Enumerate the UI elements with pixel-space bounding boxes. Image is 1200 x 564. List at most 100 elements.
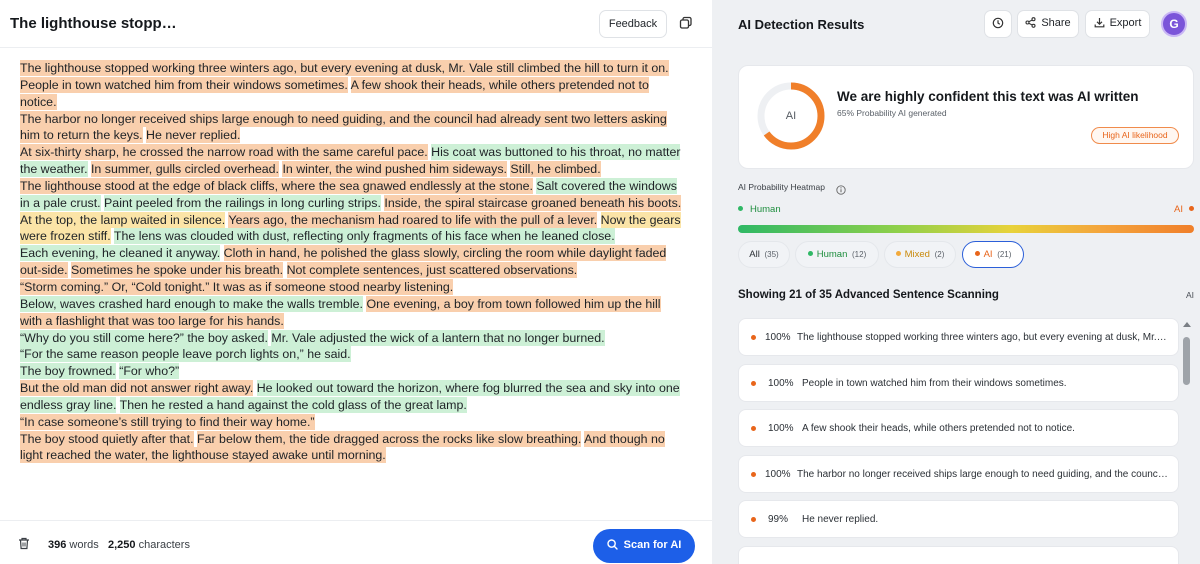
filter-mixed-label: Mixed [904, 249, 930, 260]
ai-sentence[interactable]: “In case someone’s still trying to find … [20, 413, 315, 430]
char-count: 2,250 characters [108, 539, 190, 551]
ai-sentence[interactable]: People in town watched him from their wi… [20, 76, 348, 93]
export-label: Export [1109, 17, 1142, 29]
human-sentence[interactable]: Each evening, he cleaned it anyway. [20, 245, 221, 262]
filter-ai-label: AI [983, 249, 993, 260]
human-sentence[interactable]: The boy frowned. [20, 363, 116, 380]
ai-dot [751, 517, 756, 522]
ai-sentence[interactable]: Not complete sentences, just scattered o… [286, 262, 578, 279]
word-count-label: words [69, 539, 99, 551]
scrollbar-thumb[interactable] [1183, 337, 1190, 385]
results-header: AI Detection Results Share Export G [712, 0, 1200, 48]
avatar[interactable]: G [1161, 11, 1187, 37]
results-title: AI Detection Results [738, 17, 865, 32]
ai-dot [751, 426, 756, 431]
ai-sentence[interactable]: In winter, the wind pushed him sideways. [282, 161, 507, 178]
heatmap-ai-legend: AI [1174, 204, 1194, 215]
filter-human-count: (12) [852, 250, 867, 259]
human-sentence[interactable]: Mr. Vale adjusted the wick of a lantern … [271, 329, 605, 346]
probability-text: 65% Probability AI generated [837, 108, 947, 118]
info-icon[interactable] [836, 182, 846, 195]
ai-sentence[interactable]: “Storm coming.” Or, “Cold tonight.” It w… [20, 278, 454, 295]
sentence-row[interactable]: 100% The lighthouse stopped working three… [738, 318, 1179, 356]
ai-dot [751, 335, 756, 340]
sentence-text: The lighthouse stopped working three win… [797, 332, 1169, 343]
ai-sentence[interactable]: The boy stood quietly after that. [20, 430, 194, 447]
sentence-score: 100% [768, 378, 794, 389]
char-count-value: 2,250 [108, 539, 136, 551]
ai-sentence[interactable]: Far below them, the tide dragged across … [197, 430, 582, 447]
sentence-score: 100% [765, 332, 791, 343]
sentence-row[interactable]: 99% He never replied. [738, 500, 1179, 538]
search-icon [606, 539, 618, 553]
verdict-text: We are highly confident this text was AI… [837, 89, 1139, 104]
ai-sentence[interactable]: Inside, the spiral staircase groaned ben… [384, 194, 682, 211]
ai-dot [751, 381, 756, 386]
sentence-row[interactable] [738, 546, 1179, 564]
sentence-text: A few shook their heads, while others pr… [802, 423, 1075, 434]
share-label: Share [1041, 17, 1071, 29]
ai-sentence[interactable]: At six-thirty sharp, he crossed the narr… [20, 144, 428, 161]
editor-footer: 396 words 2,250 characters Scan for AI [0, 520, 712, 564]
human-sentence[interactable]: “For the same reason people leave porch … [20, 346, 351, 363]
char-count-label: characters [138, 539, 190, 551]
ai-sentence[interactable]: Sometimes he spoke under his breath. [70, 262, 284, 279]
sentence-row[interactable]: 100% People in town watched him from thei… [738, 364, 1179, 402]
likelihood-badge: High AI likelihood [1091, 127, 1179, 144]
sentence-text: People in town watched him from their wi… [802, 378, 1067, 389]
editor-panel: The lighthouse stopp… Feedback The light… [0, 0, 712, 564]
human-dot [807, 251, 813, 256]
scan-label: Scan for AI [623, 539, 682, 551]
filter-all[interactable]: All (35) [738, 241, 790, 268]
showing-tag: AI [1186, 290, 1195, 300]
ai-sentence[interactable]: In summer, gulls circled overhead. [90, 161, 279, 178]
heatmap-human-label: Human [750, 204, 781, 215]
summary-card: AI We are highly confident this text was… [738, 65, 1194, 169]
human-sentence[interactable]: The lens was clouded with dust, reflecti… [113, 228, 615, 245]
filter-all-label: All [749, 249, 760, 260]
human-sentence[interactable]: Then he rested a hand against the cold g… [119, 396, 467, 413]
filter-all-count: (35) [764, 250, 779, 259]
filter-human-label: Human [816, 249, 848, 260]
human-sentence[interactable]: “Why do you still come here?” the boy as… [20, 329, 268, 346]
analyzed-text[interactable]: The lighthouse stopped working three win… [20, 60, 685, 464]
sentence-score: 100% [768, 423, 794, 434]
ai-sentence[interactable]: The lighthouse stopped working three win… [20, 60, 669, 76]
heatmap-bar [738, 225, 1194, 233]
ai-sentence[interactable]: Years ago, the mechanism had roared to l… [228, 211, 598, 228]
ai-sentence[interactable]: He never replied. [146, 127, 241, 144]
ai-sentence[interactable]: The harbor no longer received ships larg… [20, 110, 667, 144]
copy-icon [679, 16, 692, 29]
ai-dot [751, 472, 756, 477]
sentence-score: 99% [768, 514, 789, 525]
human-sentence[interactable]: Paint peeled from the railings in long c… [104, 194, 381, 211]
filter-mixed[interactable]: Mixed (2) [884, 241, 956, 268]
filter-human[interactable]: Human (12) [795, 241, 879, 268]
scroll-up-arrow[interactable] [1182, 320, 1192, 328]
document-title: The lighthouse stopp… [10, 15, 177, 32]
export-button[interactable]: Export [1085, 10, 1150, 38]
filter-ai[interactable]: AI (21) [962, 241, 1024, 268]
ai-sentence[interactable]: The lighthouse stood at the edge of blac… [20, 177, 533, 194]
filter-ai-count: (21) [997, 250, 1012, 259]
feedback-button[interactable]: Feedback [599, 10, 667, 38]
sentence-row[interactable]: 100% The harbor no longer received ships … [738, 455, 1179, 493]
ai-sentence[interactable]: Still, he climbed. [510, 161, 601, 178]
history-button[interactable] [984, 10, 1012, 38]
sentence-text: The harbor no longer received ships larg… [797, 469, 1169, 480]
sentence-row[interactable]: 100% A few shook their heads, while other… [738, 409, 1179, 447]
heatmap-human-legend: Human [738, 204, 781, 215]
trash-icon[interactable] [18, 537, 32, 551]
heatmap-ai-label: AI [1174, 204, 1183, 215]
human-sentence[interactable]: “For who?” [119, 363, 180, 380]
copy-button[interactable] [675, 13, 697, 35]
ai-sentence[interactable]: But the old man did not answer right awa… [20, 380, 254, 397]
human-sentence[interactable]: Below, waves crashed hard enough to make… [20, 295, 363, 312]
word-count: 396 words [48, 539, 99, 551]
scan-for-ai-button[interactable]: Scan for AI [593, 529, 695, 563]
sentence-score: 100% [765, 469, 791, 480]
share-button[interactable]: Share [1017, 10, 1079, 38]
mixed-sentence[interactable]: At the top, the lamp waited in silence. [20, 211, 226, 228]
sentence-list[interactable]: 100% The lighthouse stopped working three… [738, 318, 1180, 564]
ai-dot [974, 251, 980, 256]
